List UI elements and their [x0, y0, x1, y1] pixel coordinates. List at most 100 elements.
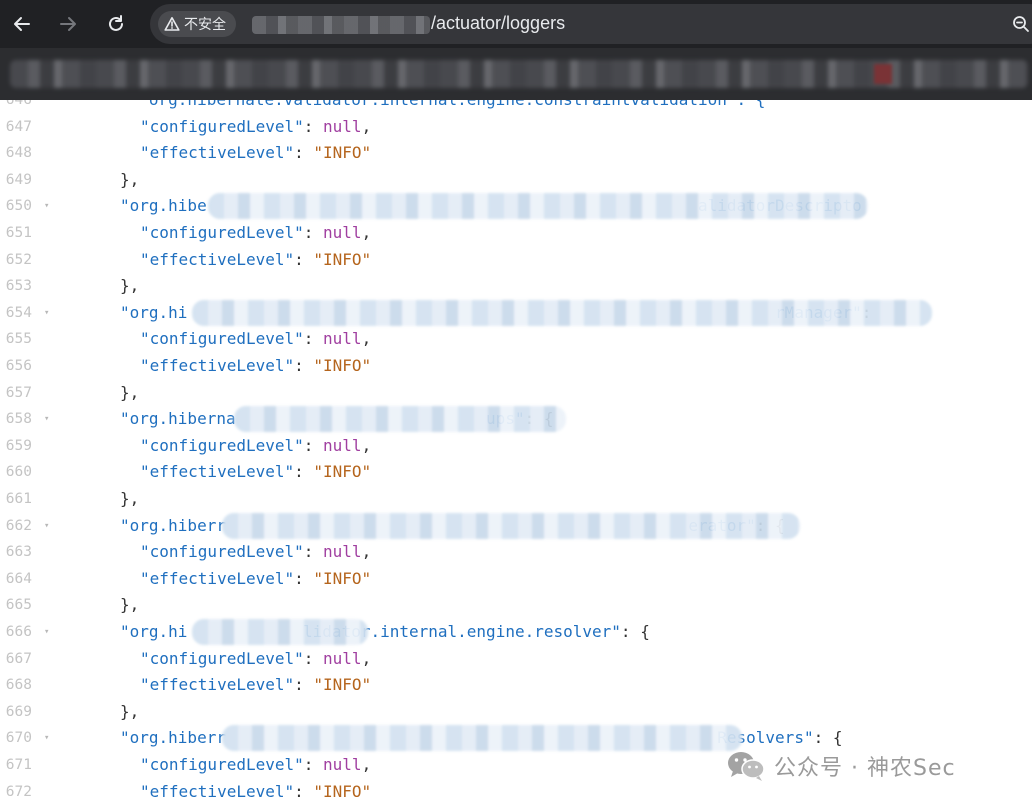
json-punctuation: : — [303, 755, 324, 774]
line-number: 662 — [5, 517, 32, 534]
code-text: "effectiveLevel": "INFO" — [140, 672, 371, 698]
json-punctuation: , — [361, 755, 372, 774]
json-key: "effectiveLevel" — [140, 249, 295, 269]
code-line: 661}, — [0, 486, 1032, 512]
json-key: "configuredLevel" — [140, 223, 304, 242]
code-text: }, — [120, 273, 139, 299]
fold-toggle-icon[interactable]: ▾ — [44, 725, 54, 751]
line-number: 652 — [5, 251, 32, 268]
json-key: "configuredLevel" — [140, 329, 304, 349]
line-number: 665 — [5, 597, 32, 614]
line-number: 659 — [5, 437, 32, 454]
code-line: 651 "configuredLevel": null, — [0, 220, 1032, 246]
line-number: 669 — [5, 703, 32, 720]
json-punctuation: : — [303, 329, 324, 349]
json-string: "INFO" — [313, 568, 372, 588]
json-key: "org.hibernate.validator.internal.engine… — [120, 100, 765, 109]
code-text: "configuredLevel": null, — [140, 220, 371, 246]
json-punctuation: }, — [120, 595, 140, 615]
json-key: "effectiveLevel" — [140, 143, 295, 163]
code-line: 666 ▾ "org.hi lidator.internal.engine.reso… — [0, 619, 1032, 645]
code-line: 667 "configuredLevel": null, — [0, 646, 1032, 672]
code-text: }, — [120, 699, 139, 725]
fold-toggle-icon[interactable]: ▾ — [44, 406, 54, 432]
json-punctuation: : — [303, 435, 324, 455]
json-null: null — [323, 329, 362, 349]
json-key: "configuredLevel" — [140, 435, 304, 455]
json-key: "org.hiberna — [120, 409, 236, 429]
line-number: 657 — [5, 384, 32, 401]
json-punctuation: : — [294, 462, 314, 482]
json-punctuation: : — [294, 675, 314, 695]
json-punctuation: : — [294, 781, 314, 801]
fold-toggle-icon[interactable]: ▾ — [44, 193, 54, 219]
line-number: 667 — [5, 650, 32, 667]
json-punctuation: : — [303, 648, 324, 668]
code-text: "configuredLevel": null, — [140, 114, 371, 140]
redaction-blur — [234, 406, 566, 433]
back-button[interactable] — [8, 10, 36, 38]
json-punctuation: }, — [120, 276, 140, 296]
code-line: 647 "configuredLevel": null, — [0, 114, 1032, 140]
reload-icon — [109, 15, 123, 31]
code-line: 665}, — [0, 592, 1032, 618]
forward-button[interactable] — [54, 10, 82, 38]
line-number: 650 — [5, 198, 32, 215]
json-null: null — [323, 755, 362, 774]
json-viewer: 646 "org.hibernate.validator.internal.en… — [0, 100, 1032, 806]
json-string: "INFO" — [313, 462, 372, 482]
code-text: }, — [120, 592, 139, 618]
json-key: "effectiveLevel" — [140, 356, 295, 375]
redacted-bookmark-favicon — [874, 64, 892, 84]
json-key: "configuredLevel" — [140, 542, 304, 562]
browser-toolbar: 不安全 /actuator/loggers — [0, 0, 1032, 48]
json-key: "effectiveLevel" — [140, 675, 295, 695]
address-bar[interactable]: 不安全 /actuator/loggers — [150, 4, 1032, 44]
json-key: "org.hiberr — [120, 728, 226, 748]
json-key: "org.hi — [120, 622, 188, 641]
code-text: "configuredLevel": null, — [140, 433, 371, 459]
json-key: "configuredLevel" — [140, 755, 304, 774]
json-punctuation: : — [294, 356, 314, 375]
json-string: "INFO" — [313, 143, 372, 163]
line-number: 672 — [5, 783, 32, 800]
line-number: 651 — [5, 225, 32, 241]
json-punctuation: }, — [120, 489, 140, 508]
code-text: "configuredLevel": null, — [140, 646, 371, 672]
fold-toggle-icon[interactable]: ▾ — [44, 619, 54, 645]
arrow-right-icon — [60, 17, 76, 31]
code-text: "configuredLevel": null, — [140, 752, 371, 778]
redaction-blur — [192, 619, 368, 645]
code-line: 655 "configuredLevel": null, — [0, 326, 1032, 352]
json-punctuation: : — [303, 116, 324, 136]
redacted-host — [252, 16, 430, 34]
code-line: 648 "effectiveLevel": "INFO" — [0, 140, 1032, 166]
line-number: 647 — [5, 118, 32, 135]
line-number: 655 — [5, 331, 32, 348]
json-punctuation: : — [303, 223, 324, 242]
code-line: 652 "effectiveLevel": "INFO" — [0, 247, 1032, 273]
url-path: /actuator/loggers — [431, 13, 566, 33]
fold-toggle-icon[interactable]: ▾ — [44, 300, 54, 326]
line-number: 654 — [5, 304, 32, 321]
json-punctuation: , — [361, 223, 372, 242]
code-text: "effectiveLevel": "INFO" — [140, 779, 371, 805]
line-number: 653 — [5, 278, 32, 295]
code-line: 657}, — [0, 380, 1032, 406]
zoom-button[interactable] — [1012, 15, 1030, 38]
code-line: 660 "effectiveLevel": "INFO" — [0, 459, 1032, 485]
json-key: "effectiveLevel" — [140, 568, 295, 588]
line-number: 661 — [5, 491, 32, 507]
code-line: 649}, — [0, 167, 1032, 193]
security-indicator[interactable]: 不安全 — [158, 11, 236, 37]
json-punctuation: , — [361, 435, 372, 455]
line-number: 648 — [5, 145, 32, 162]
json-punctuation: , — [361, 648, 372, 668]
line-number: 664 — [5, 570, 32, 587]
json-punctuation: : — [294, 249, 314, 269]
fold-toggle-icon[interactable]: ▾ — [44, 513, 54, 539]
reload-button[interactable] — [102, 10, 130, 38]
code-line: 653}, — [0, 273, 1032, 299]
line-number: 660 — [5, 464, 32, 481]
json-string: "INFO" — [313, 249, 372, 269]
